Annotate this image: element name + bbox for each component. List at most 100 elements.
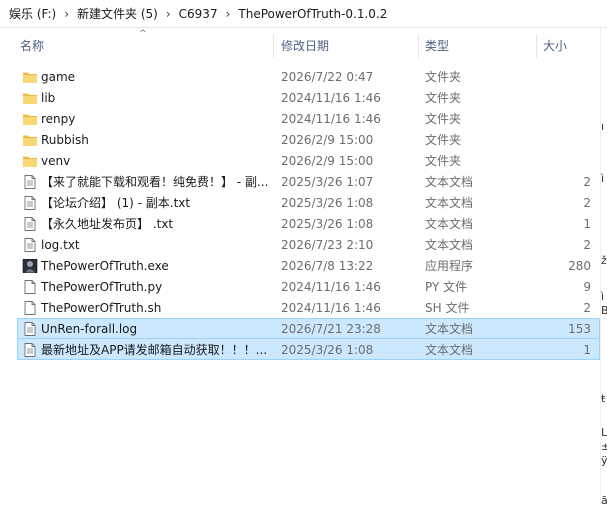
file-date: 2026/7/22 0:47 <box>281 70 374 84</box>
file-size: 2 <box>583 196 591 210</box>
adjacent-window-edge: ı ì ž ì B ŧ L ± ÿ ā <box>600 28 607 505</box>
file-row[interactable]: 【永久地址发布页】 .txt 2025/3/26 1:08 文本文档 1 <box>17 213 600 234</box>
file-type: 文本文档 <box>425 196 474 210</box>
folder-icon <box>22 154 38 168</box>
file-date: 2025/3/26 1:08 <box>281 217 374 231</box>
file-type: SH 文件 <box>425 301 470 315</box>
file-size: 280 <box>568 259 591 273</box>
file-name: 【来了就能下载和观看！纯免费！】 - 副... <box>41 175 269 189</box>
file-row[interactable]: UnRen-forall.log 2026/7/21 23:28 文本文档 153 <box>17 318 600 339</box>
file-row[interactable]: ThePowerOfTruth.sh 2024/11/16 1:46 SH 文件 2 <box>17 297 600 318</box>
file-list: ^ 名称 修改日期 类型 大小 game 2026/7/22 0:47 文件夹 lib… <box>0 28 600 505</box>
file-name: ThePowerOfTruth.py <box>41 280 163 294</box>
file-name: Rubbish <box>41 133 89 147</box>
file-row[interactable]: 【论坛介绍】 (1) - 副本.txt 2025/3/26 1:08 文本文档 2 <box>17 192 600 213</box>
file-name: 最新地址及APP请发邮箱自动获取！！！... <box>41 343 268 357</box>
edge-glyph: ı <box>601 120 605 133</box>
file-type: 文件夹 <box>425 154 462 168</box>
file-row[interactable]: 【来了就能下载和观看！纯免费！】 - 副... 2025/3/26 1:07 文本文… <box>17 171 600 192</box>
file-date: 2024/11/16 1:46 <box>281 280 381 294</box>
file-date: 2024/11/16 1:46 <box>281 91 381 105</box>
column-header-type[interactable]: 类型 <box>419 34 537 58</box>
file-size: 1 <box>583 217 591 231</box>
text-file-icon <box>22 343 38 357</box>
folder-icon <box>22 133 38 147</box>
file-type: 文本文档 <box>425 238 474 252</box>
file-size: 1 <box>583 343 591 357</box>
text-file-icon <box>22 322 38 336</box>
file-size: 2 <box>583 238 591 252</box>
file-name: 【论坛介绍】 (1) - 副本.txt <box>41 196 191 210</box>
file-type: 文件夹 <box>425 70 462 84</box>
file-row[interactable]: Rubbish 2026/2/9 15:00 文件夹 <box>17 129 600 150</box>
file-type: 文本文档 <box>425 343 474 357</box>
file-row[interactable]: lib 2024/11/16 1:46 文件夹 <box>17 87 600 108</box>
file-date: 2026/7/21 23:28 <box>281 322 381 336</box>
edge-glyph: ā <box>601 494 607 505</box>
text-file-icon <box>22 175 38 189</box>
file-name: log.txt <box>41 238 80 252</box>
edge-glyph: ì <box>601 172 605 185</box>
file-type: PY 文件 <box>425 280 468 294</box>
file-row[interactable]: ThePowerOfTruth.py 2024/11/16 1:46 PY 文件 9 <box>17 276 600 297</box>
edge-glyph: L <box>601 426 607 439</box>
blank-file-icon <box>22 301 38 315</box>
blank-file-icon <box>22 280 38 294</box>
file-row[interactable]: log.txt 2026/7/23 2:10 文本文档 2 <box>17 234 600 255</box>
file-name: renpy <box>41 112 76 126</box>
breadcrumb-item[interactable]: 新建文件夹 (5) <box>74 5 161 22</box>
breadcrumb: 娱乐 (F:) › 新建文件夹 (5) › C6937 › ThePowerOfTruth-… <box>0 0 607 28</box>
file-date: 2026/2/9 15:00 <box>281 133 374 147</box>
file-name: ThePowerOfTruth.sh <box>41 301 162 315</box>
file-date: 2025/3/26 1:08 <box>281 196 374 210</box>
file-name: venv <box>41 154 71 168</box>
text-file-icon <box>22 196 38 210</box>
column-header-size[interactable]: 大小 <box>537 34 600 58</box>
breadcrumb-item[interactable]: 娱乐 (F:) <box>0 5 59 22</box>
file-date: 2025/3/26 1:07 <box>281 175 374 189</box>
edge-glyph: ì <box>601 290 605 303</box>
app-icon <box>22 258 38 274</box>
folder-icon <box>22 70 38 84</box>
file-size: 9 <box>583 280 591 294</box>
file-date: 2024/11/16 1:46 <box>281 301 381 315</box>
file-size: 2 <box>583 175 591 189</box>
file-name: ThePowerOfTruth.exe <box>41 259 169 273</box>
folder-icon <box>22 91 38 105</box>
file-name: game <box>41 70 76 84</box>
file-date: 2025/3/26 1:08 <box>281 343 374 357</box>
breadcrumb-separator-icon[interactable]: › <box>221 7 236 21</box>
file-type: 文本文档 <box>425 322 474 336</box>
file-row[interactable]: venv 2026/2/9 15:00 文件夹 <box>17 150 600 171</box>
file-type: 文件夹 <box>425 133 462 147</box>
file-date: 2026/7/23 2:10 <box>281 238 374 252</box>
text-file-icon <box>22 238 38 252</box>
file-type: 应用程序 <box>425 259 474 273</box>
file-date: 2024/11/16 1:46 <box>281 112 381 126</box>
file-date: 2026/7/8 13:22 <box>281 259 374 273</box>
file-row[interactable]: game 2026/7/22 0:47 文件夹 <box>17 66 600 87</box>
file-rows: game 2026/7/22 0:47 文件夹 lib 2024/11/16 1:46 文… <box>17 66 600 360</box>
edge-glyph: B <box>601 304 607 317</box>
edge-glyph: ž <box>601 254 607 267</box>
file-type: 文本文档 <box>425 175 474 189</box>
file-row[interactable]: ThePowerOfTruth.exe 2026/7/8 13:22 应用程序 280 <box>17 255 600 276</box>
file-size: 153 <box>568 322 591 336</box>
edge-glyph: ± <box>601 440 607 453</box>
file-name: 【永久地址发布页】 .txt <box>41 217 174 231</box>
breadcrumb-item[interactable]: ThePowerOfTruth-0.1.0.2 <box>235 7 390 21</box>
breadcrumb-separator-icon[interactable]: › <box>59 7 74 21</box>
file-date: 2026/2/9 15:00 <box>281 154 374 168</box>
file-row[interactable]: renpy 2024/11/16 1:46 文件夹 <box>17 108 600 129</box>
text-file-icon <box>22 217 38 231</box>
edge-glyph: ŧ <box>601 392 606 405</box>
folder-icon <box>22 112 38 126</box>
file-type: 文本文档 <box>425 217 474 231</box>
file-size: 2 <box>583 301 591 315</box>
breadcrumb-item[interactable]: C6937 <box>176 7 221 21</box>
file-row[interactable]: 最新地址及APP请发邮箱自动获取！！！... 2025/3/26 1:08 文本文档… <box>17 339 600 360</box>
column-header-name[interactable]: 名称 <box>14 34 274 58</box>
breadcrumb-separator-icon[interactable]: › <box>161 7 176 21</box>
file-name: UnRen-forall.log <box>41 322 138 336</box>
column-header-date[interactable]: 修改日期 <box>275 34 419 58</box>
